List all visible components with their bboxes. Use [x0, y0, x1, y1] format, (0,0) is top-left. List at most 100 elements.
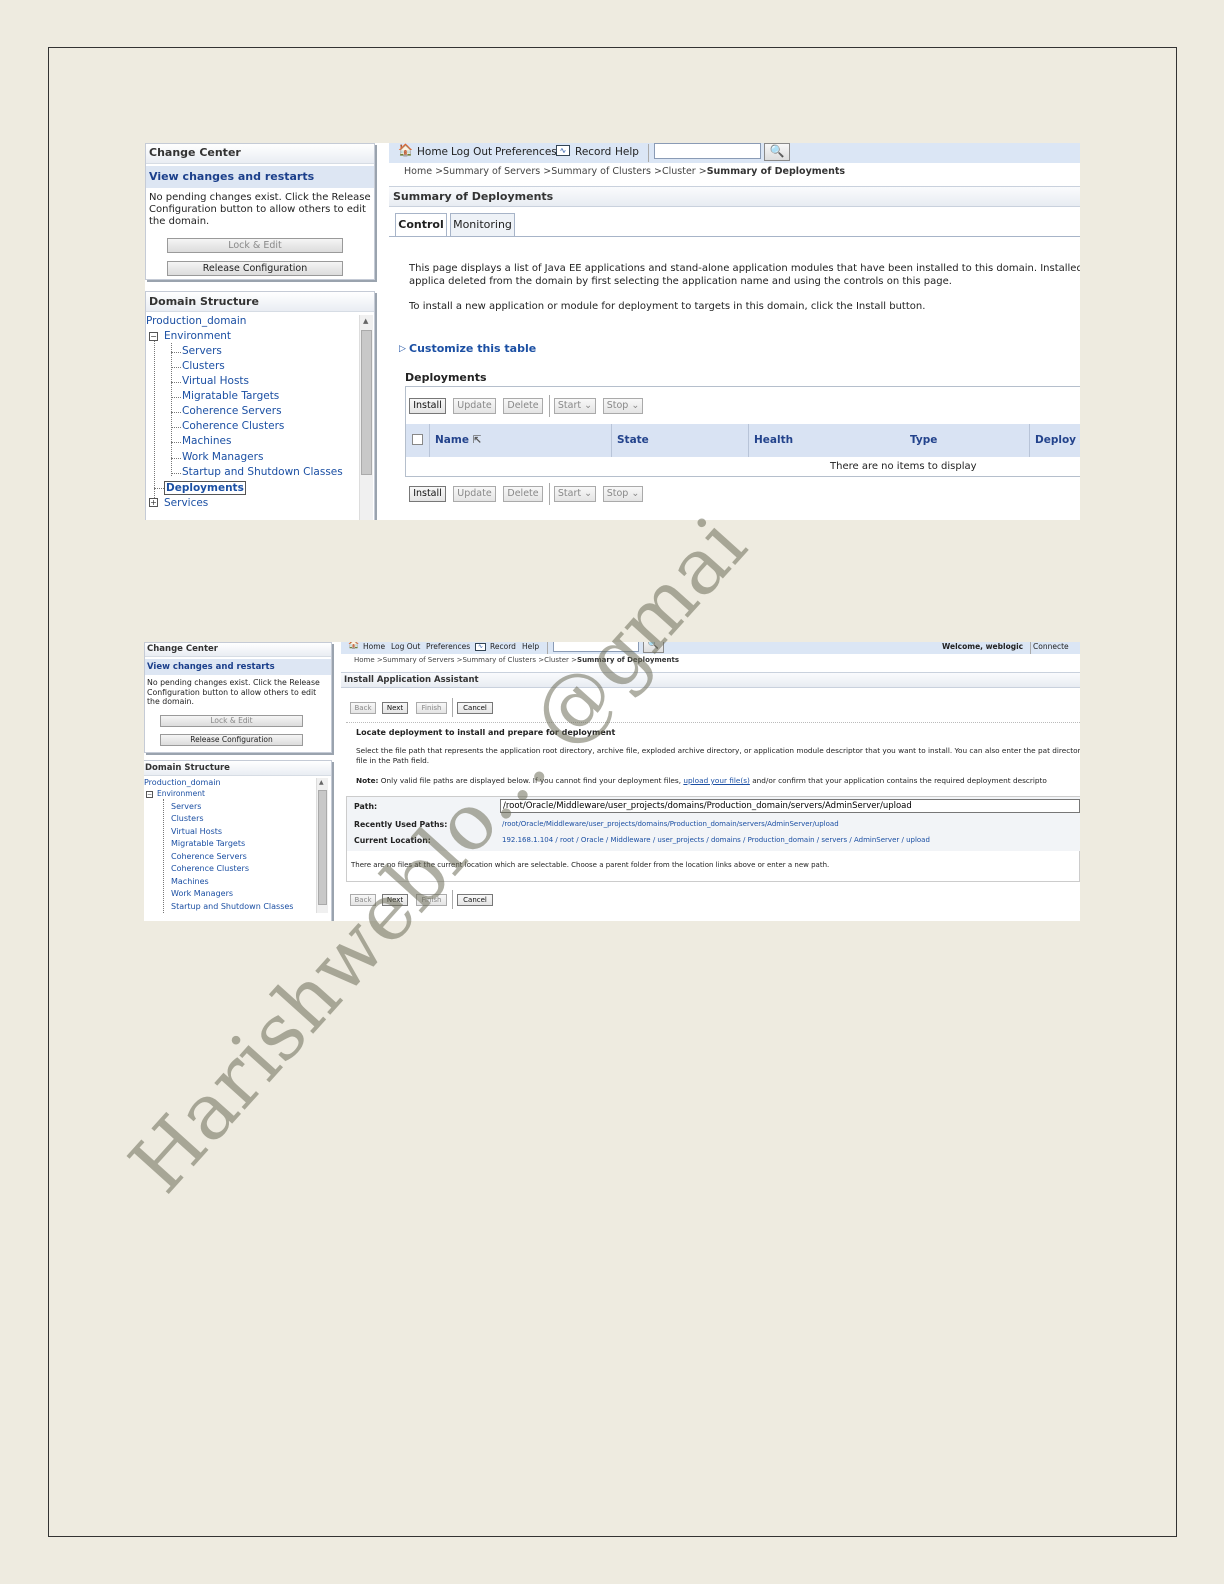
scroll-thumb[interactable]: [318, 790, 327, 905]
breadcrumb-trail[interactable]: Home >Summary of Servers >Summary of Clu…: [404, 166, 707, 177]
home-link[interactable]: Home: [363, 642, 385, 651]
tree-production-domain[interactable]: Production_domain: [144, 778, 221, 787]
tree-clusters[interactable]: Clusters: [171, 814, 204, 823]
lock-edit-button[interactable]: Lock & Edit: [167, 238, 343, 253]
help-link[interactable]: Help: [615, 146, 639, 158]
next-button-bottom[interactable]: Next: [382, 894, 408, 906]
scroll-up-arrow-icon[interactable]: ▲: [319, 779, 324, 786]
customize-table-link[interactable]: Customize this table: [409, 342, 536, 355]
tree-work-managers[interactable]: Work Managers: [182, 451, 263, 463]
tree-servers[interactable]: Servers: [171, 802, 201, 811]
column-deploy[interactable]: Deploy: [1030, 424, 1080, 457]
customize-expand-icon[interactable]: ▷: [399, 344, 406, 354]
tree-services[interactable]: Services: [164, 497, 208, 509]
help-link[interactable]: Help: [522, 642, 539, 651]
cancel-button-top[interactable]: Cancel: [457, 702, 493, 714]
column-type[interactable]: Type: [905, 424, 1030, 457]
search-input[interactable]: [654, 143, 761, 159]
tab-monitoring[interactable]: Monitoring: [450, 213, 515, 237]
tree-migratable-targets[interactable]: Migratable Targets: [171, 839, 245, 848]
install-assistant-screenshot: Change Center View changes and restarts …: [144, 642, 1080, 921]
finish-button-bottom[interactable]: Finish: [416, 894, 447, 906]
update-button-bottom[interactable]: Update: [453, 486, 496, 502]
path-input[interactable]: /root/Oracle/Middleware/user_projects/do…: [500, 799, 1080, 813]
tree-environment[interactable]: Environment: [164, 330, 231, 342]
note-text: Note: Only valid file paths are displaye…: [356, 776, 1047, 785]
view-changes-link[interactable]: View changes and restarts: [145, 659, 331, 675]
tree-production-domain[interactable]: Production_domain: [146, 315, 246, 327]
release-configuration-button[interactable]: Release Configuration: [167, 261, 343, 276]
change-center-title: Change Center: [145, 643, 331, 657]
tree-work-managers[interactable]: Work Managers: [171, 889, 233, 898]
preferences-link[interactable]: Preferences: [495, 146, 557, 158]
record-link[interactable]: Record: [490, 642, 516, 651]
tree-coherence-servers[interactable]: Coherence Servers: [182, 405, 282, 417]
tree-virtual-hosts[interactable]: Virtual Hosts: [182, 375, 249, 387]
delete-button-bottom[interactable]: Delete: [503, 486, 543, 502]
tree-scrollbar[interactable]: ▲: [359, 315, 373, 520]
tree-clusters[interactable]: Clusters: [182, 360, 225, 372]
change-center-message: No pending changes exist. Click the Rele…: [147, 678, 320, 706]
start-dropdown-bottom[interactable]: Start ⌄: [554, 486, 596, 502]
change-center-panel: Change Center View changes and restarts …: [144, 642, 332, 753]
update-button-top[interactable]: Update: [453, 398, 496, 414]
install-button-bottom[interactable]: Install: [409, 486, 446, 502]
install-button-top[interactable]: Install: [409, 398, 446, 414]
release-configuration-button[interactable]: Release Configuration: [160, 734, 303, 746]
tree-startup-shutdown-classes[interactable]: Startup and Shutdown Classes: [182, 466, 343, 478]
column-state[interactable]: State: [612, 424, 749, 457]
home-link[interactable]: Home: [417, 146, 448, 158]
tab-control[interactable]: Control: [395, 213, 447, 237]
search-button[interactable]: 🔍: [643, 642, 664, 653]
tree-scrollbar[interactable]: ▲: [316, 778, 328, 913]
top-navigation-bar: 🏠 Home Log Out Preferences ∿ Record Help…: [341, 642, 1080, 654]
recent-path-link[interactable]: /root/Oracle/Middleware/user_projects/do…: [502, 820, 839, 828]
back-button-bottom[interactable]: Back: [350, 894, 376, 906]
preferences-link[interactable]: Preferences: [426, 642, 470, 651]
top-navigation-bar: 🏠 Home Log Out Preferences ∿ Record Help…: [389, 143, 1080, 163]
cancel-button-bottom[interactable]: Cancel: [457, 894, 493, 906]
tree-coherence-servers[interactable]: Coherence Servers: [171, 852, 247, 861]
scroll-thumb[interactable]: [361, 330, 372, 475]
column-name[interactable]: Name ⇱: [430, 424, 612, 457]
current-location-links[interactable]: 192.168.1.104 / root / Oracle / Middlewa…: [502, 836, 930, 844]
tree-virtual-hosts[interactable]: Virtual Hosts: [171, 827, 222, 836]
next-button-top[interactable]: Next: [382, 702, 408, 714]
search-button[interactable]: 🔍: [764, 143, 790, 161]
tree-machines[interactable]: Machines: [182, 435, 231, 447]
home-icon[interactable]: 🏠: [348, 642, 359, 650]
back-button-top[interactable]: Back: [350, 702, 376, 714]
record-icon[interactable]: ∿: [475, 643, 486, 651]
dotted-divider: [346, 722, 1080, 723]
expand-collapse-icon[interactable]: −: [149, 332, 158, 341]
select-all-checkbox[interactable]: [412, 434, 423, 445]
scroll-up-arrow-icon[interactable]: ▲: [363, 317, 368, 325]
view-changes-link[interactable]: View changes and restarts: [146, 166, 374, 188]
stop-dropdown-top[interactable]: Stop ⌄: [603, 398, 643, 414]
stop-dropdown-bottom[interactable]: Stop ⌄: [603, 486, 643, 502]
tree-migratable-targets[interactable]: Migratable Targets: [182, 390, 279, 402]
start-dropdown-top[interactable]: Start ⌄: [554, 398, 596, 414]
record-icon[interactable]: ∿: [556, 145, 570, 156]
upload-files-link[interactable]: upload your file(s): [683, 776, 750, 785]
tree-machines[interactable]: Machines: [171, 877, 209, 886]
delete-button-top[interactable]: Delete: [503, 398, 543, 414]
tree-coherence-clusters[interactable]: Coherence Clusters: [171, 864, 249, 873]
tree-environment[interactable]: Environment: [157, 789, 205, 798]
breadcrumb-trail[interactable]: Home >Summary of Servers >Summary of Clu…: [354, 656, 577, 664]
tree-deployments[interactable]: Deployments: [164, 481, 246, 495]
lock-edit-button[interactable]: Lock & Edit: [160, 715, 303, 727]
finish-button-top[interactable]: Finish: [416, 702, 447, 714]
description-text: Select the file path that represents the…: [356, 746, 1080, 765]
tree-coherence-clusters[interactable]: Coherence Clusters: [182, 420, 284, 432]
tree-startup-shutdown-classes[interactable]: Startup and Shutdown Classes: [171, 902, 293, 911]
home-icon[interactable]: 🏠: [398, 143, 413, 157]
sort-icon[interactable]: ⇱: [473, 434, 482, 446]
search-input[interactable]: [553, 642, 639, 652]
logout-link[interactable]: Log Out: [391, 642, 420, 651]
expand-collapse-icon[interactable]: −: [146, 791, 153, 798]
logout-link[interactable]: Log Out: [451, 146, 492, 158]
record-link[interactable]: Record: [575, 146, 611, 158]
tree-servers[interactable]: Servers: [182, 345, 222, 357]
expand-plus-icon[interactable]: +: [149, 498, 158, 507]
